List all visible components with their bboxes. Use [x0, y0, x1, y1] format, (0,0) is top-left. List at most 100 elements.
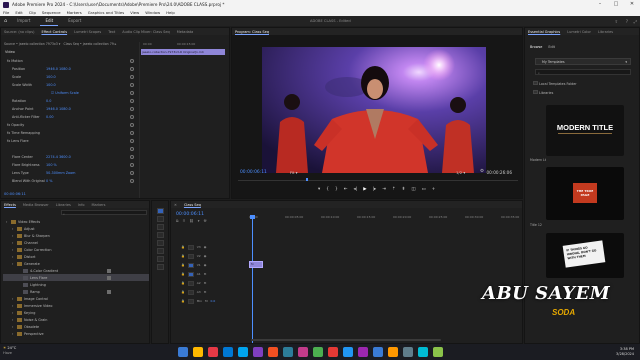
effects-tree-item[interactable]: › Adjust: [3, 225, 149, 232]
video-clip[interactable]: fx: [249, 261, 263, 268]
workspace-edit[interactable]: Edit: [40, 16, 59, 26]
close-sequence-icon[interactable]: ✕: [174, 203, 177, 207]
clock-time[interactable]: 3:38 PM: [620, 347, 634, 351]
export-frame-icon[interactable]: ◫: [411, 187, 415, 192]
settings-icon[interactable]: ⚙: [480, 169, 484, 174]
keyframe-toggle-icon[interactable]: [130, 107, 134, 111]
menu-markers[interactable]: Markers: [67, 10, 82, 15]
checkbox-local[interactable]: [533, 81, 538, 85]
effects-tree-item[interactable]: › Image Control: [3, 295, 149, 302]
libraries-check[interactable]: Libraries: [533, 90, 553, 95]
tab-edit[interactable]: Edit: [548, 45, 555, 49]
extract-icon[interactable]: ⇞: [402, 187, 406, 192]
keyframe-toggle-icon[interactable]: [130, 115, 134, 119]
track-header[interactable]: 🔒 A3 M: [181, 288, 271, 296]
go-to-out-icon[interactable]: ⇥: [382, 187, 386, 192]
tab-effects-2[interactable]: Libraries: [56, 203, 71, 207]
property-value[interactable]: 0 %: [46, 179, 52, 183]
taskbar-app-icon[interactable]: [327, 347, 338, 357]
tab-ec-5[interactable]: Metadata: [177, 30, 194, 34]
taskbar-app-icon[interactable]: [357, 347, 368, 357]
mark-out-icon[interactable]: }: [335, 187, 338, 192]
nest-icon[interactable]: ⧉: [176, 219, 179, 223]
close-button[interactable]: ✕: [624, 0, 640, 9]
chevron-right-icon[interactable]: ›: [12, 297, 15, 301]
effect-property-row[interactable]: Anti-flicker Filter 0.00: [12, 114, 54, 120]
templates-dropdown[interactable]: My Templates ▾: [535, 58, 631, 65]
effect-property-row[interactable]: ☑ Uniform Scale: [17, 90, 79, 96]
workspace-export[interactable]: Export: [63, 16, 86, 26]
tab-ec-3[interactable]: Text: [108, 30, 115, 34]
track-target[interactable]: [187, 253, 194, 259]
taskbar-app-icon[interactable]: [267, 347, 278, 357]
lock-icon[interactable]: 🔒: [181, 290, 185, 294]
pen-tool-icon[interactable]: [156, 248, 164, 254]
effects-tree-item[interactable]: › Blur & Sharpen: [3, 232, 149, 239]
keyframe-toggle-icon[interactable]: [130, 99, 134, 103]
ripple-edit-tool-icon[interactable]: [156, 224, 164, 230]
effect-property-row[interactable]: Rotation 0.0: [12, 98, 51, 104]
menu-file[interactable]: File: [3, 10, 9, 15]
taskbar-app-icon[interactable]: [402, 347, 413, 357]
tab-ec-2[interactable]: Lumetri Scopes: [74, 30, 101, 34]
keyframe-toggle-icon[interactable]: [130, 67, 134, 71]
timeline-scrollbar[interactable]: [251, 339, 441, 341]
eye-icon[interactable]: ◉: [204, 245, 207, 249]
tab-lumetri-color[interactable]: Lumetri Color: [567, 30, 591, 34]
taskbar-app-icon[interactable]: [207, 347, 218, 357]
tab-effects-1[interactable]: Media Browser: [23, 203, 49, 207]
template-quote[interactable]: IF THINGS GO WRONG, DON'T GO WITH THEM: [546, 233, 624, 278]
effect-property-row[interactable]: Scale Width 100.0: [12, 82, 56, 88]
effects-tree-item[interactable]: Lightning: [3, 281, 149, 288]
effects-tree-item[interactable]: Ramp: [3, 288, 149, 295]
effect-property-row[interactable]: Anchor Point 1946.0 1080.0: [12, 106, 71, 112]
help-icon[interactable]: ?: [626, 19, 628, 24]
effects-tree-item[interactable]: › Video Effects: [3, 218, 149, 225]
taskbar-app-icon[interactable]: [192, 347, 203, 357]
track-header[interactable]: 🔒 Mix M 0.0: [181, 297, 271, 305]
chevron-right-icon[interactable]: ›: [12, 325, 15, 329]
property-value[interactable]: 100.0: [46, 83, 56, 87]
lock-icon[interactable]: 🔒: [181, 272, 185, 276]
maximize-button[interactable]: □: [608, 0, 624, 9]
effect-property-row[interactable]: Scale 100.0: [12, 74, 56, 80]
eye-icon[interactable]: ◉: [204, 254, 207, 258]
tab-effects-0[interactable]: Effects: [4, 203, 16, 207]
go-to-in-icon[interactable]: ⇤: [344, 187, 348, 192]
effect-property-row[interactable]: fx Time Remapping: [7, 130, 41, 136]
chevron-right-icon[interactable]: ›: [12, 311, 15, 315]
mini-playhead[interactable]: [306, 178, 308, 181]
clip-bar[interactable]: jaeelo-collection-7973x3-R Original]n.m4: [141, 49, 225, 55]
add-marker-icon[interactable]: ▾: [318, 187, 320, 192]
type-tool-icon[interactable]: [156, 264, 164, 270]
template-modern-title[interactable]: MODERN TITLE: [546, 105, 624, 156]
effect-property-row[interactable]: fx Motion: [7, 58, 41, 64]
taskbar-app-icon[interactable]: [387, 347, 398, 357]
effects-tree-item[interactable]: › Perspective: [3, 330, 149, 337]
taskbar-app-icon[interactable]: [432, 347, 443, 357]
start-button-icon[interactable]: [177, 347, 188, 357]
eye-icon[interactable]: ◉: [204, 263, 207, 267]
tab-ec-1[interactable]: Effect Controls: [41, 30, 67, 34]
razor-tool-icon[interactable]: [156, 232, 164, 238]
taskbar-app-icon[interactable]: [282, 347, 293, 357]
chevron-right-icon[interactable]: ›: [12, 241, 15, 245]
local-templates-check[interactable]: Local Templates Folder: [533, 81, 577, 86]
mute-icon[interactable]: M: [204, 281, 207, 285]
effects-tree-item[interactable]: › Obsolete: [3, 323, 149, 330]
menu-sequence[interactable]: Sequence: [42, 10, 61, 15]
tab-essential-graphics[interactable]: Essential Graphics: [528, 30, 560, 34]
track-header[interactable]: 🔒 A2 M: [181, 279, 271, 287]
lock-icon[interactable]: 🔒: [181, 299, 185, 303]
effects-tree-item[interactable]: › Generate: [3, 260, 149, 267]
slip-tool-icon[interactable]: [156, 240, 164, 246]
taskbar-app-icon[interactable]: [222, 347, 233, 357]
chevron-right-icon[interactable]: ›: [12, 304, 15, 308]
timeline-ruler[interactable]: 00:0000:00:05:0000:00:10:0000:00:15:0000…: [249, 215, 521, 223]
tab-ec-0[interactable]: Source: (no clips): [4, 30, 34, 34]
effect-property-row[interactable]: Position 1946.0 1080.0: [12, 66, 71, 72]
play-icon[interactable]: ▶: [363, 187, 366, 192]
program-timecode[interactable]: 00:00:06:11: [240, 170, 267, 175]
property-value[interactable]: 50-300mm Zoom: [46, 171, 75, 175]
fit-dropdown[interactable]: Fit ▾: [290, 170, 298, 175]
